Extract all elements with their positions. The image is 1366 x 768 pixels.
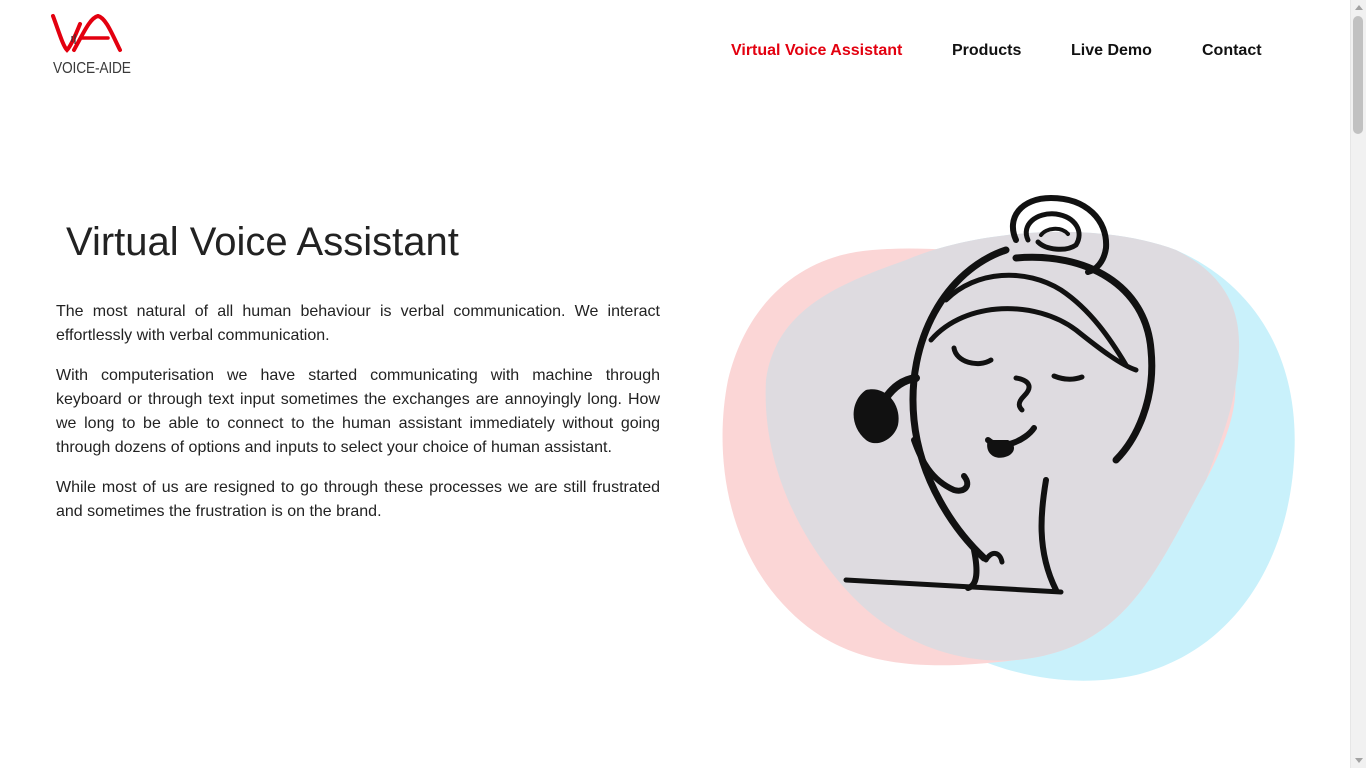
main-nav: Virtual Voice Assistant Products Live De… <box>0 42 1366 62</box>
scroll-up-arrow-icon[interactable] <box>1355 5 1363 10</box>
headset-woman-illustration-icon <box>722 195 1295 681</box>
page: VOICE-AIDE Virtual Voice Assistant Produ… <box>0 0 1366 768</box>
scroll-down-arrow-icon[interactable] <box>1355 758 1363 763</box>
scroll-thumb[interactable] <box>1353 16 1363 134</box>
nav-item-products[interactable]: Products <box>952 42 1021 60</box>
page-title: Virtual Voice Assistant <box>66 220 459 264</box>
paragraph: While most of us are resigned to go thro… <box>56 479 660 520</box>
paragraph: The most natural of all human behaviour … <box>56 303 660 344</box>
nav-item-contact[interactable]: Contact <box>1202 42 1262 60</box>
brand-name: VOICE-AIDE <box>53 60 131 77</box>
nav-item-virtual-voice-assistant[interactable]: Virtual Voice Assistant <box>731 42 902 60</box>
intro-text: The most natural of all human behaviour … <box>56 300 660 540</box>
page-scrollbar[interactable] <box>1350 0 1366 768</box>
assistant-illustration <box>716 190 1300 690</box>
nav-item-live-demo[interactable]: Live Demo <box>1071 42 1152 60</box>
paragraph: With computerisation we have started com… <box>56 367 660 456</box>
